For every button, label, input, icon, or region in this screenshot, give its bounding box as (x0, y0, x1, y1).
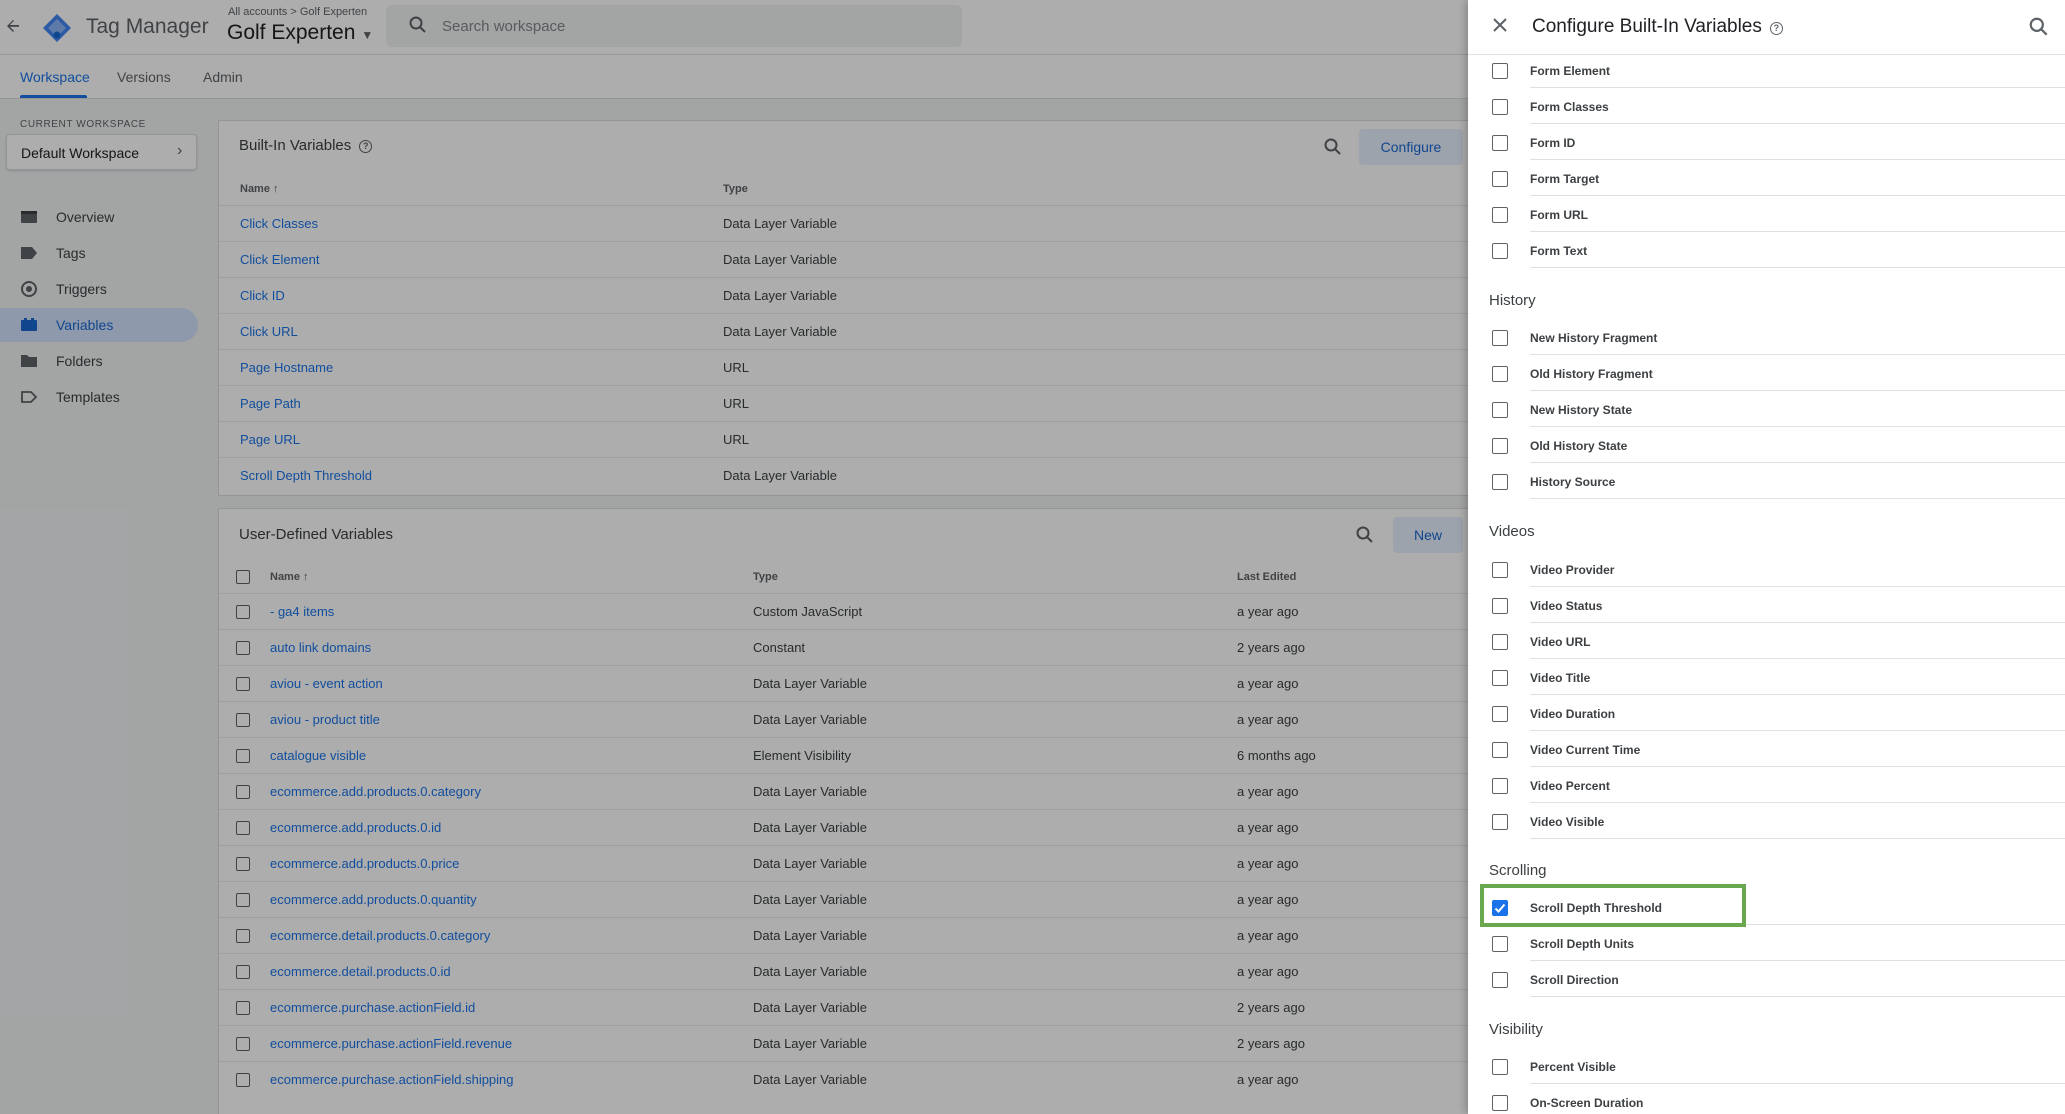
builtin-variable-option[interactable]: Form ID (1492, 124, 2065, 160)
builtin-variable-option[interactable]: New History State (1492, 391, 2065, 427)
builtin-variable-option[interactable]: Old History Fragment (1492, 355, 2065, 391)
builtin-variable-option[interactable]: Video URL (1492, 623, 2065, 659)
builtin-variable-option[interactable]: Percent Visible (1492, 1048, 2065, 1084)
option-label: Scroll Depth Units (1530, 937, 1635, 951)
builtin-variable-option[interactable]: Video Status (1492, 587, 2065, 623)
option-checkbox[interactable] (1492, 742, 1508, 758)
option-label: Video Title (1530, 671, 1591, 685)
option-checkbox[interactable] (1492, 402, 1508, 418)
option-checkbox[interactable] (1492, 135, 1508, 151)
option-checkbox[interactable] (1492, 778, 1508, 794)
builtin-variable-option[interactable]: New History Fragment (1492, 319, 2065, 355)
builtin-variable-option[interactable]: Video Current Time (1492, 731, 2065, 767)
builtin-variable-option[interactable]: Form Element (1492, 52, 2065, 88)
option-checkbox[interactable] (1492, 330, 1508, 346)
option-label: Form ID (1530, 136, 1576, 150)
builtin-variable-option[interactable]: Video Visible (1492, 803, 2065, 839)
option-label: New History State (1530, 403, 1633, 417)
option-label: Old History Fragment (1530, 367, 1653, 381)
option-label: Video Percent (1530, 779, 1610, 793)
builtin-variable-option[interactable]: Video Duration (1492, 695, 2065, 731)
option-label: Form Target (1530, 172, 1600, 186)
option-label: Video Current Time (1530, 743, 1641, 757)
builtin-variable-option[interactable]: Old History State (1492, 427, 2065, 463)
builtin-variable-option[interactable]: Form Text (1492, 232, 2065, 268)
close-icon[interactable] (1489, 14, 1511, 36)
option-label: Scroll Direction (1530, 973, 1619, 987)
option-checkbox[interactable] (1492, 670, 1508, 686)
option-label: Video Status (1530, 599, 1603, 613)
builtin-variable-option[interactable]: Form Target (1492, 160, 2065, 196)
option-label: Video Visible (1530, 815, 1605, 829)
option-label: History Source (1530, 475, 1616, 489)
option-checkbox[interactable] (1492, 634, 1508, 650)
modal-scrim[interactable] (0, 0, 1468, 1114)
option-checkbox[interactable] (1492, 562, 1508, 578)
option-checkbox[interactable] (1492, 207, 1508, 223)
option-checkbox[interactable] (1492, 438, 1508, 454)
option-checkbox[interactable] (1492, 936, 1508, 952)
option-label: Video Provider (1530, 563, 1615, 577)
builtin-variable-option[interactable]: On-Screen Duration (1492, 1084, 2065, 1114)
option-label: Percent Visible (1530, 1060, 1616, 1074)
builtin-variable-option[interactable]: Scroll Direction (1492, 961, 2065, 997)
option-label: Video URL (1530, 635, 1591, 649)
builtin-variable-option[interactable]: Scroll Depth Units (1492, 925, 2065, 961)
scrolling-group-title: Scrolling (1489, 862, 1547, 879)
builtin-variable-option[interactable]: Form URL (1492, 196, 2065, 232)
option-label: On-Screen Duration (1530, 1096, 1644, 1110)
option-checkbox[interactable] (1492, 598, 1508, 614)
builtin-variable-option[interactable]: Video Provider (1492, 551, 2065, 587)
option-checkbox[interactable] (1492, 171, 1508, 187)
option-checkbox[interactable] (1492, 1059, 1508, 1075)
option-label: New History Fragment (1530, 331, 1658, 345)
option-checkbox[interactable] (1492, 1095, 1508, 1111)
visibility-group-title: Visibility (1489, 1021, 1543, 1038)
videos-group-title: Videos (1489, 523, 1535, 540)
builtin-variable-option[interactable]: Video Title (1492, 659, 2065, 695)
search-icon[interactable] (2028, 16, 2050, 38)
builtin-variable-option[interactable]: Video Percent (1492, 767, 2065, 803)
history-group-title: History (1489, 292, 1536, 309)
option-label: Form Classes (1530, 100, 1609, 114)
configure-builtin-variables-panel: Configure Built-In Variables? History Vi… (1468, 0, 2065, 1114)
option-label: Form Element (1530, 64, 1611, 78)
option-label: Form URL (1530, 208, 1588, 222)
builtin-variable-option[interactable]: History Source (1492, 463, 2065, 499)
builtin-variable-option[interactable]: Form Classes (1492, 88, 2065, 124)
option-label: Form Text (1530, 244, 1588, 258)
help-icon[interactable]: ? (1769, 22, 1783, 35)
option-checkbox[interactable] (1492, 63, 1508, 79)
option-checkbox[interactable] (1492, 366, 1508, 382)
panel-header: Configure Built-In Variables? (1468, 0, 2065, 55)
panel-title: Configure Built-In Variables? (1532, 16, 1783, 38)
option-checkbox[interactable] (1492, 814, 1508, 830)
option-checkbox[interactable] (1492, 474, 1508, 490)
option-checkbox[interactable] (1492, 99, 1508, 115)
option-label: Video Duration (1530, 707, 1616, 721)
option-label: Old History State (1530, 439, 1628, 453)
option-checkbox[interactable] (1492, 243, 1508, 259)
option-checkbox[interactable] (1492, 972, 1508, 988)
option-checkbox[interactable] (1492, 706, 1508, 722)
highlight-annotation (1480, 884, 1746, 927)
